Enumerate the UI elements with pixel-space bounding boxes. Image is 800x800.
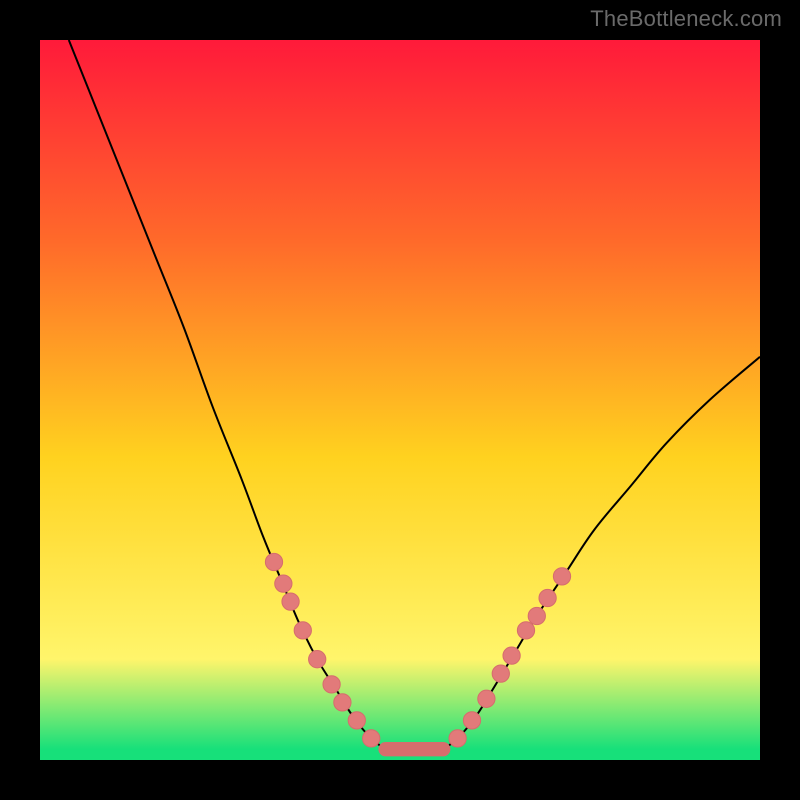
data-marker-right xyxy=(492,665,509,682)
data-marker-left xyxy=(323,676,340,693)
data-marker-right xyxy=(539,589,556,606)
data-marker-left xyxy=(363,730,380,747)
data-marker-left xyxy=(334,694,351,711)
data-marker-left xyxy=(294,622,311,639)
bottleneck-chart xyxy=(40,40,760,760)
chart-background xyxy=(40,40,760,760)
data-marker-left xyxy=(265,553,282,570)
data-marker-right xyxy=(478,690,495,707)
data-marker-left xyxy=(275,575,292,592)
data-marker-right xyxy=(463,712,480,729)
data-marker-right xyxy=(503,647,520,664)
data-marker-right xyxy=(553,568,570,585)
data-marker-right xyxy=(517,622,534,639)
data-marker-left xyxy=(348,712,365,729)
data-marker-left xyxy=(309,651,326,668)
data-marker-right xyxy=(528,607,545,624)
plot-area xyxy=(40,40,760,760)
watermark-text: TheBottleneck.com xyxy=(590,6,782,32)
data-marker-left xyxy=(282,593,299,610)
data-marker-right xyxy=(449,730,466,747)
